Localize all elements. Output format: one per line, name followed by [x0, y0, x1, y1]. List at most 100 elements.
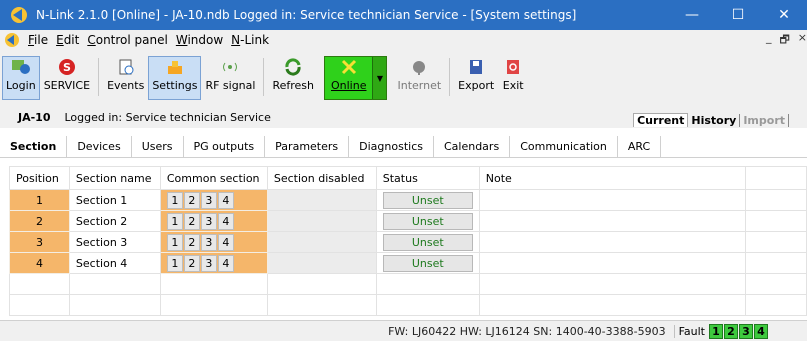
- export-button[interactable]: Export: [454, 56, 498, 100]
- common-section-toggle[interactable]: 4: [217, 233, 234, 251]
- section-name-cell[interactable]: Section 3: [68, 231, 161, 253]
- section-disabled-cell[interactable]: [266, 210, 377, 232]
- common-section-toggle[interactable]: 3: [200, 212, 217, 230]
- common-section-cell[interactable]: 1 2 3 4: [159, 210, 268, 232]
- toolbar-separator: [98, 58, 100, 96]
- section-disabled-cell[interactable]: [266, 231, 377, 253]
- status-button[interactable]: Unset: [382, 233, 473, 251]
- section-name-cell[interactable]: Section 4: [68, 252, 161, 274]
- position-cell[interactable]: 4: [9, 252, 70, 274]
- mdi-close-button[interactable]: ×: [798, 31, 807, 50]
- section-disabled-cell[interactable]: [266, 189, 377, 211]
- table-row[interactable]: 3 Section 3 1 2 3 4 Unset: [9, 231, 807, 253]
- common-section-cell[interactable]: 1 2 3 4: [159, 189, 268, 211]
- settings-button[interactable]: Settings: [148, 56, 202, 100]
- note-cell[interactable]: [478, 210, 746, 232]
- header-common-section[interactable]: Common section: [159, 166, 268, 190]
- position-cell[interactable]: 2: [9, 210, 70, 232]
- common-section-toggle[interactable]: 2: [183, 254, 200, 272]
- menu-edit[interactable]: Edit: [52, 33, 83, 47]
- tab-calendars[interactable]: Calendars: [434, 136, 511, 157]
- header-position[interactable]: Position: [9, 166, 70, 190]
- common-section-toggle[interactable]: 1: [166, 254, 183, 272]
- internet-button[interactable]: Internet: [393, 56, 445, 100]
- close-button[interactable]: ✕: [761, 0, 807, 30]
- app-menu-icon[interactable]: [4, 32, 20, 48]
- window-title: N-Link 2.1.0 [Online] - JA-10.ndb Logged…: [36, 8, 577, 22]
- login-icon: [10, 57, 32, 77]
- tab-section[interactable]: Section: [0, 136, 68, 157]
- status-cell: Unset: [375, 231, 480, 253]
- empty-cell: [9, 294, 70, 316]
- tab-users[interactable]: Users: [132, 136, 184, 157]
- common-section-toggle[interactable]: 4: [217, 254, 234, 272]
- online-button[interactable]: Online ▼: [324, 56, 388, 100]
- service-button[interactable]: S SERVICE: [40, 56, 94, 100]
- common-section-toggle[interactable]: 1: [166, 191, 183, 209]
- tab-devices[interactable]: Devices: [67, 136, 132, 157]
- view-switcher: Current History Import: [633, 111, 789, 129]
- common-section-toggle[interactable]: 4: [217, 212, 234, 230]
- position-cell[interactable]: 3: [9, 231, 70, 253]
- common-section-toggle[interactable]: 3: [200, 191, 217, 209]
- section-name-cell[interactable]: Section 2: [68, 210, 161, 232]
- common-section-toggle[interactable]: 3: [200, 254, 217, 272]
- refresh-button[interactable]: Refresh: [268, 56, 318, 100]
- menu-bar: File Edit Control panel Window N-Link _ …: [0, 30, 807, 50]
- mdi-minimize-button[interactable]: _: [766, 31, 772, 50]
- section-name-cell[interactable]: Section 1: [68, 189, 161, 211]
- empty-cell: [744, 189, 807, 211]
- tab-arc[interactable]: ARC: [618, 136, 662, 157]
- note-cell[interactable]: [478, 189, 746, 211]
- empty-cell: [159, 273, 268, 295]
- header-note[interactable]: Note: [478, 166, 746, 190]
- minimize-button[interactable]: —: [669, 0, 715, 30]
- common-section-toggle[interactable]: 4: [217, 191, 234, 209]
- common-section-toggle[interactable]: 2: [183, 233, 200, 251]
- toolbar-separator: [449, 58, 451, 96]
- common-section-toggle[interactable]: 2: [183, 212, 200, 230]
- login-button[interactable]: Login: [2, 56, 40, 100]
- maximize-button[interactable]: ☐: [715, 0, 761, 30]
- note-cell[interactable]: [478, 252, 746, 274]
- view-current[interactable]: Current: [633, 113, 689, 127]
- common-section-toggle[interactable]: 1: [166, 233, 183, 251]
- status-button[interactable]: Unset: [382, 191, 473, 209]
- view-import[interactable]: Import: [740, 113, 789, 127]
- rf-signal-button[interactable]: RF signal: [201, 56, 259, 100]
- view-history[interactable]: History: [688, 113, 741, 127]
- note-cell[interactable]: [478, 231, 746, 253]
- menu-control-panel[interactable]: Control panel: [83, 33, 172, 47]
- position-cell[interactable]: 1: [9, 189, 70, 211]
- common-section-toggle[interactable]: 2: [183, 191, 200, 209]
- tab-parameters[interactable]: Parameters: [265, 136, 350, 157]
- login-status: Logged in: Service technician Service: [64, 110, 271, 124]
- header-status[interactable]: Status: [375, 166, 480, 190]
- menu-file[interactable]: File: [24, 33, 52, 47]
- empty-cell: [744, 252, 807, 274]
- svg-text:S: S: [63, 61, 71, 74]
- common-section-cell[interactable]: 1 2 3 4: [159, 252, 268, 274]
- table-row[interactable]: 4 Section 4 1 2 3 4 Unset: [9, 252, 807, 274]
- fault-indicators: 1 2 3 4: [709, 323, 769, 339]
- tab-pg-outputs[interactable]: PG outputs: [184, 136, 266, 157]
- events-button[interactable]: Events: [103, 56, 148, 100]
- exit-button[interactable]: Exit: [498, 56, 528, 100]
- status-button[interactable]: Unset: [382, 254, 473, 272]
- online-dropdown-icon[interactable]: ▼: [372, 57, 387, 99]
- table-row[interactable]: 1 Section 1 1 2 3 4 Unset: [9, 189, 807, 211]
- header-section-name[interactable]: Section name: [68, 166, 161, 190]
- tab-communication[interactable]: Communication: [510, 136, 618, 157]
- common-section-cell[interactable]: 1 2 3 4: [159, 231, 268, 253]
- menu-window[interactable]: Window: [172, 33, 227, 47]
- menu-n-link[interactable]: N-Link: [227, 33, 273, 47]
- table-row[interactable]: 2 Section 2 1 2 3 4 Unset: [9, 210, 807, 232]
- common-section-toggle[interactable]: 1: [166, 212, 183, 230]
- section-disabled-cell[interactable]: [266, 252, 377, 274]
- header-section-disabled[interactable]: Section disabled: [266, 166, 377, 190]
- common-section-toggle[interactable]: 3: [200, 233, 217, 251]
- empty-row: [9, 273, 807, 295]
- tab-diagnostics[interactable]: Diagnostics: [349, 136, 434, 157]
- mdi-restore-button[interactable]: 🗗: [779, 31, 789, 50]
- status-button[interactable]: Unset: [382, 212, 473, 230]
